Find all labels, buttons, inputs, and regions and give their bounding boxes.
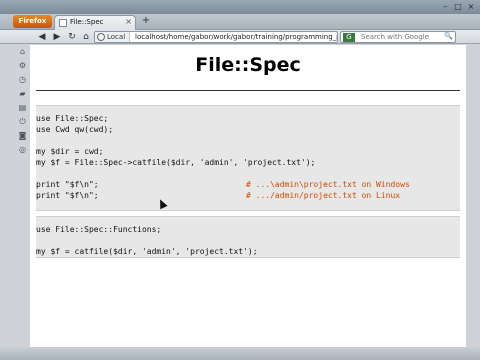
browser-window: – □ × Firefox File::Spec × + ◀ ▶ ↻ ⌂ Loc… [0,0,480,360]
globe-icon[interactable]: ◎ [18,145,27,154]
tab-label: File::Spec [70,18,104,26]
google-icon[interactable]: G [343,33,355,42]
new-tab-button[interactable]: + [140,15,152,27]
close-window-button[interactable]: × [466,2,476,11]
tab-file-spec[interactable]: File::Spec × [54,15,136,30]
code-block: use File::Spec::Functions; my $f = catfi… [36,216,460,258]
page-favicon-icon [59,19,67,27]
back-button[interactable]: ◀ [36,31,48,43]
globe-icon [97,33,105,41]
site-identity-button[interactable]: Local [95,32,131,42]
code-line: my $f = File::Spec->catfile($dir, 'admin… [36,158,316,167]
search-box[interactable]: G 🔍 [340,31,456,43]
reload-button[interactable]: ↻ [66,31,78,43]
code-comment: # ...\admin\project.txt on Windows [246,180,410,189]
camera-icon[interactable]: ◙ [18,131,27,140]
addon-sidebar-toolbar: ⌂ ⚙ ◷ ▰ ▤ ⏻ ◙ ◎ [16,45,30,155]
gear-icon[interactable]: ⚙ [18,61,27,70]
identity-label: Local [107,33,126,41]
power-icon[interactable]: ⏻ [18,117,27,126]
page-content: File::Spec use File::Spec; use Cwd qw(cw… [30,45,466,347]
search-icon[interactable]: 🔍 [444,32,453,40]
status-bar [0,347,480,360]
forward-button[interactable]: ▶ [51,31,63,43]
firefox-menu-button[interactable]: Firefox [13,15,52,28]
navigation-bar: ◀ ▶ ↻ ⌂ Local localhost/home/gabor/work/… [0,30,480,44]
bookmark-icon[interactable]: ▰ [18,89,27,98]
title-bar: – □ × [0,0,480,14]
code-line: my $f = catfile($dir, 'admin', 'project.… [36,247,258,256]
code-line: print "$f\n"; [36,180,99,189]
title-divider [36,90,460,91]
code-line: use File::Spec::Functions; [36,225,162,234]
tag-icon[interactable]: ⌂ [18,47,27,56]
tab-strip: Firefox File::Spec × + [0,14,480,30]
url-bar[interactable]: Local localhost/home/gabor/work/gabor/tr… [94,31,338,43]
home-button[interactable]: ⌂ [80,31,92,43]
maximize-button[interactable]: □ [453,2,463,11]
code-line: use Cwd qw(cwd); [36,125,114,134]
page-icon[interactable]: ▤ [18,103,27,112]
code-line: use File::Spec; [36,114,109,123]
clock-icon[interactable]: ◷ [18,75,27,84]
code-comment: # .../admin/project.txt on Linux [246,191,401,200]
code-block: use File::Spec; use Cwd qw(cwd); my $dir… [36,105,460,211]
slide-title: File::Spec [195,54,301,76]
tab-close-icon[interactable]: × [125,17,132,26]
url-text: localhost/home/gabor/work/gabor/training… [135,33,338,41]
code-line: my $dir = cwd; [36,147,104,156]
minimize-button[interactable]: – [440,2,450,11]
search-input[interactable] [361,32,445,42]
code-line: print "$f\n"; [36,191,99,200]
